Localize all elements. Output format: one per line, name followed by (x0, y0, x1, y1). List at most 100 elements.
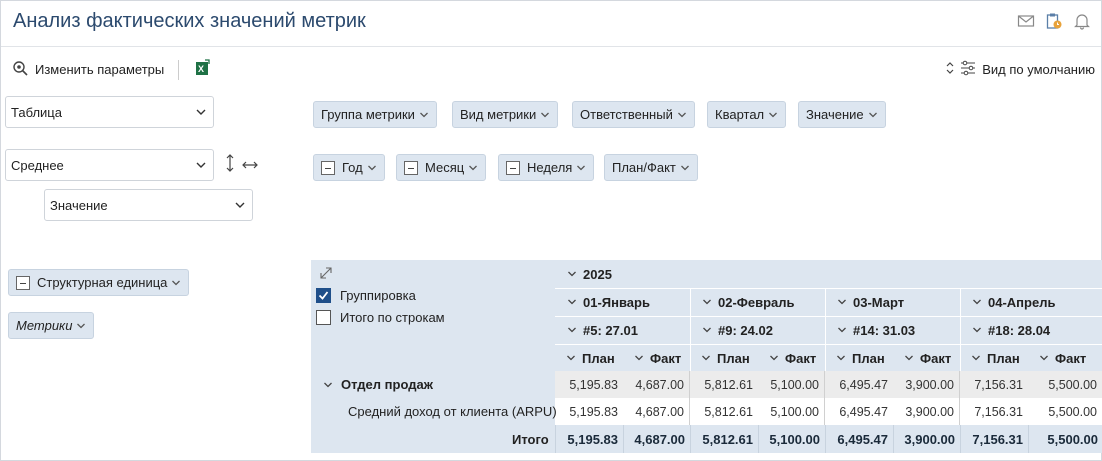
chevron-down-icon (703, 299, 711, 305)
measure-label: Факт (1055, 350, 1087, 366)
week-header[interactable]: #9: 24.02 (702, 317, 773, 343)
filter-chip-metric-type[interactable]: Вид метрики (452, 101, 559, 128)
week-label: #14: 31.03 (853, 322, 916, 338)
row-group-sales[interactable]: Отдел продаж (323, 371, 433, 398)
month-header[interactable]: 01-Январь (567, 289, 650, 315)
week-header[interactable]: #18: 28.04 (972, 317, 1050, 343)
year-header[interactable]: 2025 (567, 261, 612, 287)
row-totals-checkbox-row[interactable]: Итого по строкам (316, 310, 445, 325)
value-field-select[interactable]: Значение (44, 189, 253, 221)
row-totals-checkbox[interactable] (316, 310, 331, 325)
horizontal-arrows-icon[interactable] (242, 158, 258, 173)
chip-label: Квартал (715, 107, 765, 122)
column-chip-month[interactable]: Месяц (396, 154, 487, 181)
svg-text:X: X (198, 64, 204, 74)
month-header[interactable]: 02-Февраль (702, 289, 795, 315)
table-cell: 4,687.00 (623, 371, 690, 398)
column-chip-week[interactable]: Неделя (498, 154, 595, 181)
measure-header[interactable]: План (836, 345, 885, 371)
total-cell: 6,495.47 (825, 425, 893, 453)
table-cell: 5,500.00 (1028, 398, 1102, 425)
chevron-down-icon (703, 327, 711, 333)
total-cell: 3,900.00 (893, 425, 960, 453)
week-label: #5: 27.01 (583, 322, 638, 338)
column-divider (960, 288, 961, 371)
view-type-select[interactable]: Таблица (5, 96, 214, 128)
clipboard-clock-icon[interactable] (1045, 12, 1063, 30)
chevron-down-icon (577, 165, 586, 170)
chip-label: Группа метрики (321, 107, 415, 122)
collapse-icon[interactable] (16, 275, 30, 290)
table-cell: 5,100.00 (758, 398, 825, 425)
month-header[interactable]: 03-Март (837, 289, 904, 315)
expand-icon[interactable] (319, 266, 333, 283)
row-chip-structural-unit[interactable]: Структурная единица (8, 269, 190, 296)
mail-icon[interactable] (1017, 12, 1035, 30)
excel-export-icon[interactable]: X (193, 59, 211, 80)
table-cell: 5,500.00 (1028, 371, 1102, 398)
vertical-arrows-icon[interactable] (225, 154, 235, 175)
row-metric-arpu[interactable]: Средний доход от клиента (ARPU) (348, 398, 557, 425)
row-totals-label: Итого по строкам (340, 310, 445, 325)
sliders-icon[interactable] (960, 60, 976, 79)
measure-label: План (582, 350, 615, 366)
measure-header[interactable]: Факт (769, 345, 816, 371)
chevron-down-icon (195, 159, 207, 174)
collapse-icon[interactable] (404, 160, 418, 175)
measure-label: План (987, 350, 1020, 366)
collapse-icon[interactable] (321, 160, 335, 175)
column-chip-plan-fact[interactable]: План/Факт (604, 154, 698, 181)
measure-header[interactable]: Факт (904, 345, 951, 371)
chevron-down-icon (973, 299, 981, 305)
collapse-icon[interactable] (506, 160, 520, 175)
aggregation-select[interactable]: Среднее (5, 149, 214, 181)
chevron-down-icon (1040, 355, 1048, 361)
total-cell: 7,156.31 (960, 425, 1028, 453)
bell-icon[interactable] (1073, 12, 1091, 30)
chip-label: План/Факт (612, 160, 676, 175)
chevron-down-icon (367, 165, 376, 170)
table-cell: 5,195.83 (569, 404, 618, 419)
table-cell: 5,812.61 (704, 404, 753, 419)
filter-chip-metric-group[interactable]: Группа метрики (313, 101, 437, 128)
grouping-checkbox-row[interactable]: Группировка (316, 288, 416, 303)
chevron-down-icon (635, 355, 643, 361)
column-chip-year[interactable]: Год (313, 154, 385, 181)
change-params-button[interactable]: Изменить параметры (35, 62, 164, 77)
filter-chip-value[interactable]: Значение (798, 101, 886, 128)
chip-label: Вид метрики (460, 107, 537, 122)
view-type-value: Таблица (11, 104, 62, 120)
chevron-down-icon (972, 355, 980, 361)
chip-label: Неделя (527, 160, 573, 175)
measure-header[interactable]: Факт (634, 345, 681, 371)
row-chip-metrics[interactable]: Метрики (8, 312, 95, 339)
month-header[interactable]: 04-Апрель (972, 289, 1055, 315)
measure-header[interactable]: План (701, 345, 750, 371)
grouping-checkbox[interactable] (316, 288, 331, 303)
week-header[interactable]: #14: 31.03 (837, 317, 915, 343)
filter-chip-responsible[interactable]: Ответственный (572, 101, 695, 128)
sort-updown-icon[interactable] (946, 61, 954, 78)
chevron-down-icon (469, 165, 478, 170)
total-cell: 5,100.00 (758, 425, 825, 453)
week-label: #18: 28.04 (988, 322, 1051, 338)
page-title: Анализ фактических значений метрик (13, 10, 366, 32)
chevron-down-icon (868, 112, 877, 117)
measure-header[interactable]: Факт (1039, 345, 1086, 371)
chevron-down-icon (541, 112, 550, 117)
chip-label: Структурная единица (37, 275, 168, 290)
chip-label: Значение (806, 107, 864, 122)
measure-header[interactable]: План (971, 345, 1020, 371)
week-header[interactable]: #5: 27.01 (567, 317, 638, 343)
measure-label: Факт (785, 350, 817, 366)
chevron-down-icon (702, 355, 710, 361)
measure-header[interactable]: План (566, 345, 615, 371)
table-cell: 5,100.00 (758, 371, 825, 398)
total-cell: 5,500.00 (1028, 425, 1102, 453)
measure-label: План (717, 350, 750, 366)
default-view-button[interactable]: Вид по умолчанию (982, 62, 1095, 77)
measure-label: План (852, 350, 885, 366)
chip-label: Год (342, 160, 363, 175)
settings-search-icon[interactable] (11, 59, 29, 80)
filter-chip-quarter[interactable]: Квартал (707, 101, 787, 128)
